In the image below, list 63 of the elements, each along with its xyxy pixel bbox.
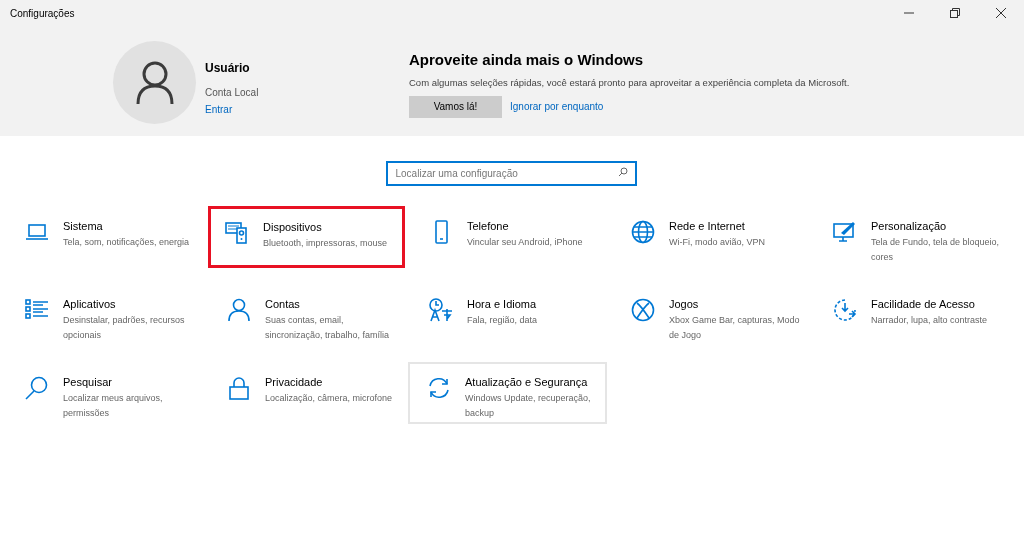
category-tile[interactable]: Hora e Idioma Fala, região, data [421, 284, 607, 346]
category-title: Facilidade de Acesso [871, 297, 976, 311]
start-button[interactable]: Vamos lá! [409, 95, 502, 118]
skip-link[interactable]: Ignorar por enquanto [510, 99, 604, 115]
category-tile[interactable]: Jogos Xbox Game Bar, capturas, Modo de Jogo [623, 284, 809, 346]
search-field[interactable]: Localizar uma configuração [385, 161, 637, 186]
window-title: Configurações [10, 6, 76, 21]
xbox-icon [631, 298, 655, 322]
category-title: Aplicativos [63, 297, 117, 311]
category-tile[interactable]: Sistema Tela, som, notificações, energia [17, 206, 203, 268]
category-tile[interactable]: Telefone Vincular seu Android, iPhone [421, 206, 607, 268]
category-tile[interactable]: Aplicativos Desinstalar, padrões, recursos opcionais [17, 284, 203, 346]
category-description: Xbox Game Bar, capturas, Modo de Jogo [669, 314, 801, 342]
account-name: Usuário [205, 60, 251, 77]
lock-icon [227, 376, 251, 400]
category-description: Desinstalar, padrões, recursos opcionais [63, 314, 186, 342]
promo-text: Com algumas seleções rápidas, você estará pronto para aproveitar a experiência completa da Microsoft. [409, 75, 850, 90]
sync-icon [427, 376, 451, 400]
person-icon [134, 60, 175, 105]
category-description: Vincular seu Android, iPhone [467, 236, 584, 249]
category-title: Personalização [871, 219, 948, 233]
category-description: Tela de Fundo, tela de bloqueio, cores [871, 236, 1001, 264]
close-icon[interactable] [996, 8, 1006, 18]
category-title: Dispositivos [263, 220, 323, 234]
category-description: Suas contas, email, sincronização, trabalho, família [265, 314, 391, 342]
category-description: Wi-Fi, modo avião, VPN [669, 236, 767, 249]
category-description: Localização, câmera, microfone [265, 392, 394, 405]
restore-icon[interactable] [950, 8, 960, 18]
paint-icon [833, 220, 857, 244]
accessibility-icon [833, 298, 857, 322]
category-title: Sistema [63, 219, 104, 233]
category-title: Atualização e Segurança [465, 375, 589, 389]
category-tile[interactable]: Contas Suas contas, email, sincronização, trabalho, família [219, 284, 405, 346]
category-tile[interactable]: Facilidade de Acesso Narrador, lupa, alto contraste [825, 284, 1011, 346]
category-title: Privacidade [265, 375, 324, 389]
category-description: Fala, região, data [467, 314, 539, 327]
category-title: Telefone [467, 219, 510, 233]
search-icon [617, 167, 628, 177]
person-icon [227, 298, 251, 322]
category-title: Pesquisar [63, 375, 113, 389]
account-type: Conta Local [205, 86, 260, 100]
category-tile[interactable]: Atualização e Segurança Windows Update, recuperação, backup [408, 362, 607, 424]
globe-icon [631, 220, 655, 244]
category-title: Hora e Idioma [467, 297, 538, 311]
list-icon [25, 298, 49, 322]
category-title: Jogos [669, 297, 700, 311]
category-tile[interactable]: Rede e Internet Wi-Fi, modo avião, VPN [623, 206, 809, 268]
search-icon [25, 376, 49, 400]
category-title: Contas [265, 297, 301, 311]
category-tile[interactable]: Pesquisar Localizar meus arquivos, permissões [17, 362, 203, 424]
category-description: Tela, som, notificações, energia [63, 236, 191, 249]
devices-icon [225, 221, 249, 245]
category-tile[interactable]: Privacidade Localização, câmera, microfone [219, 362, 405, 424]
clock-letter-icon [429, 298, 453, 322]
promo-title: Aproveite ainda mais o Windows [409, 50, 645, 70]
category-description: Windows Update, recuperação, backup [465, 392, 592, 420]
sign-in-link[interactable]: Entrar [205, 102, 233, 117]
category-description: Bluetooth, impressoras, mouse [263, 237, 389, 250]
category-tile[interactable]: Personalização Tela de Fundo, tela de bloqueio, cores [825, 206, 1011, 268]
category-title: Rede e Internet [669, 219, 746, 233]
category-description: Narrador, lupa, alto contraste [871, 314, 989, 327]
category-tile[interactable]: Dispositivos Bluetooth, impressoras, mouse [208, 206, 405, 268]
category-description: Localizar meus arquivos, permissões [63, 392, 164, 420]
